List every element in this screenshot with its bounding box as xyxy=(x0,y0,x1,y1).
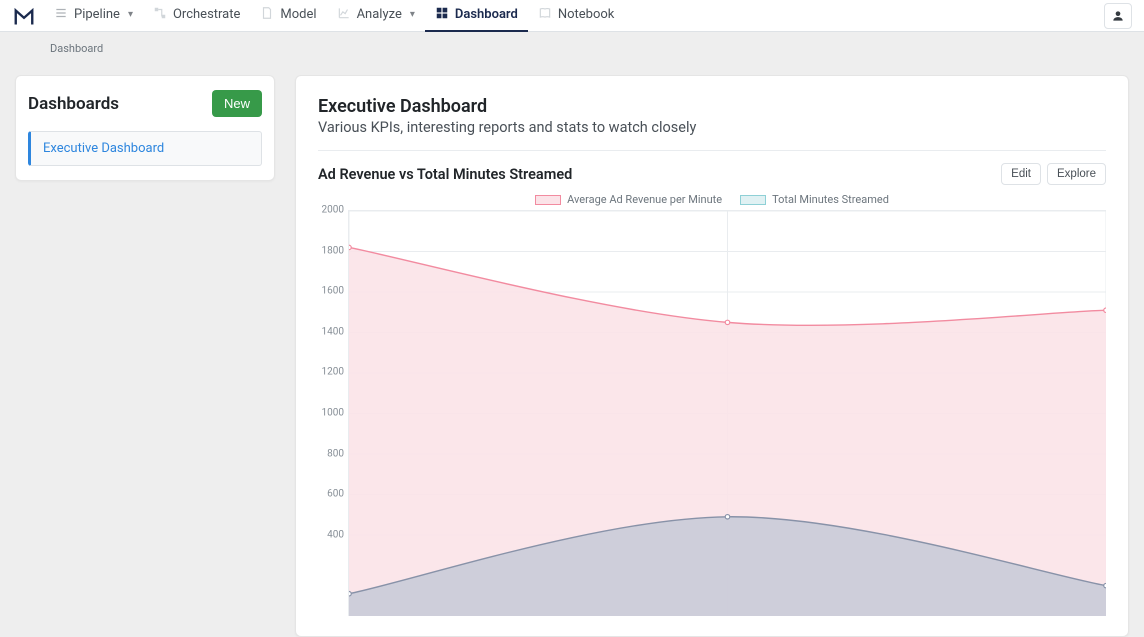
nav-item-model[interactable]: Model xyxy=(250,0,326,32)
nav-item-notebook[interactable]: Notebook xyxy=(528,0,625,32)
list-icon xyxy=(54,6,68,24)
y-tick: 800 xyxy=(327,448,344,459)
legend-label: Total Minutes Streamed xyxy=(772,193,889,206)
nav-label: Notebook xyxy=(558,7,615,22)
legend-swatch-blue xyxy=(740,195,766,205)
doc-icon xyxy=(260,6,274,24)
y-tick: 400 xyxy=(327,529,344,540)
legend-label: Average Ad Revenue per Minute xyxy=(567,193,722,206)
chart-plot[interactable] xyxy=(348,210,1106,616)
y-tick: 2000 xyxy=(322,205,344,216)
nav-label: Pipeline xyxy=(74,7,120,22)
sidebar-title: Dashboards xyxy=(28,94,119,114)
explore-button[interactable]: Explore xyxy=(1047,163,1106,185)
chart-legend: Average Ad Revenue per Minute Total Minu… xyxy=(318,193,1106,206)
chevron-down-icon: ▾ xyxy=(410,9,415,20)
chart-title: Ad Revenue vs Total Minutes Streamed xyxy=(318,166,572,183)
nav-label: Model xyxy=(280,7,316,22)
nav-item-dashboard[interactable]: Dashboard xyxy=(425,0,528,32)
sidebar: Dashboards New Executive Dashboard xyxy=(15,75,275,181)
chart-y-axis: 200018001600140012001000800600400 xyxy=(318,210,348,616)
content-card: Executive Dashboard Various KPIs, intere… xyxy=(295,75,1129,637)
book-icon xyxy=(538,6,552,24)
y-tick: 1200 xyxy=(322,367,344,378)
nav-item-analyze[interactable]: Analyze ▾ xyxy=(327,0,425,32)
user-icon xyxy=(1111,9,1125,23)
divider xyxy=(318,150,1106,151)
chart-area: 200018001600140012001000800600400 xyxy=(318,210,1106,616)
y-tick: 1600 xyxy=(322,286,344,297)
topnav: Pipeline ▾ Orchestrate Model Analyze ▾ Dashboa… xyxy=(44,0,624,32)
y-tick: 600 xyxy=(327,489,344,500)
page-subtitle: Various KPIs, interesting reports and st… xyxy=(318,119,1106,136)
grid-icon xyxy=(435,6,449,24)
chart-line-icon xyxy=(337,6,351,24)
legend-item-minutes: Total Minutes Streamed xyxy=(740,193,889,206)
sidebar-item-executive-dashboard[interactable]: Executive Dashboard xyxy=(28,131,262,166)
app-logo xyxy=(12,4,36,28)
page-title: Executive Dashboard xyxy=(318,96,1106,117)
user-menu-button[interactable] xyxy=(1104,3,1132,29)
nav-label: Dashboard xyxy=(455,7,518,22)
nav-label: Analyze xyxy=(357,7,402,22)
edit-button[interactable]: Edit xyxy=(1001,163,1041,185)
y-tick: 1400 xyxy=(322,326,344,337)
breadcrumb: Dashboard xyxy=(0,32,1144,63)
topbar: Pipeline ▾ Orchestrate Model Analyze ▾ Dashboa… xyxy=(0,0,1144,32)
chevron-down-icon: ▾ xyxy=(128,9,133,20)
nav-item-pipeline[interactable]: Pipeline ▾ xyxy=(44,0,143,32)
flow-icon xyxy=(153,6,167,24)
legend-item-revenue: Average Ad Revenue per Minute xyxy=(535,193,722,206)
y-tick: 1800 xyxy=(322,245,344,256)
chart-header: Ad Revenue vs Total Minutes Streamed Edi… xyxy=(318,163,1106,185)
legend-swatch-pink xyxy=(535,195,561,205)
y-tick: 1000 xyxy=(322,408,344,419)
nav-label: Orchestrate xyxy=(173,7,240,22)
nav-item-orchestrate[interactable]: Orchestrate xyxy=(143,0,250,32)
main: Dashboards New Executive Dashboard Execu… xyxy=(0,63,1144,637)
new-dashboard-button[interactable]: New xyxy=(212,90,262,117)
